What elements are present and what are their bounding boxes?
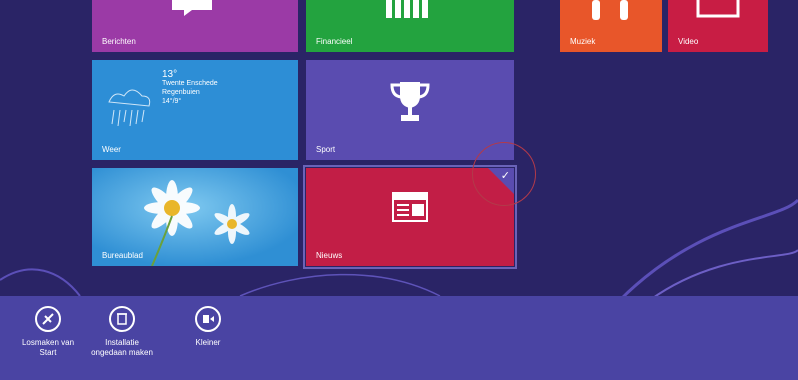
tile-label: Weer <box>102 145 121 154</box>
tile-bureaublad[interactable]: Bureaublad <box>92 168 298 266</box>
tile-label: Muziek <box>570 37 596 46</box>
resize-smaller-icon <box>195 306 221 332</box>
tile-label: Berichten <box>102 37 136 46</box>
tile-label: Video <box>678 37 699 46</box>
tile-label: Nieuws <box>316 251 343 260</box>
app-bar: Losmaken van Start Installatie ongedaan … <box>0 296 798 380</box>
tile-video[interactable]: Video <box>668 0 768 52</box>
tile-financieel[interactable]: Financieel <box>306 0 514 52</box>
trash-icon <box>109 306 135 332</box>
uninstall-label: Installatie ongedaan maken <box>91 338 153 357</box>
highlight-circle <box>472 142 536 206</box>
chat-icon <box>172 0 212 16</box>
unpin-label: Losmaken van Start <box>21 338 75 357</box>
newspaper-icon <box>392 192 428 222</box>
weather-temp: 13° <box>162 69 178 80</box>
uninstall-button[interactable]: Installatie ongedaan maken <box>82 306 162 358</box>
weather-info: 13° Twente Enschede Regenbuien 14°/9° <box>162 70 218 106</box>
tile-muziek[interactable]: Muziek <box>560 0 662 52</box>
video-icon <box>696 0 740 18</box>
tile-label: Financieel <box>316 37 353 46</box>
tile-label: Bureaublad <box>102 251 143 260</box>
chart-icon <box>386 0 428 18</box>
tile-label: Sport <box>316 145 336 154</box>
smaller-label: Kleiner <box>195 338 221 347</box>
headphones-icon <box>592 0 628 20</box>
weather-range: 14°/9° <box>162 98 182 105</box>
weather-location: Twente Enschede <box>162 80 218 87</box>
tile-berichten[interactable]: Berichten <box>92 0 298 52</box>
tile-weer[interactable]: 13° Twente Enschede Regenbuien 14°/9° We… <box>92 60 298 160</box>
rain-icon <box>108 89 151 127</box>
tile-sport[interactable]: Sport <box>306 60 514 160</box>
weather-condition: Regenbuien <box>162 89 200 96</box>
unpin-button[interactable]: Losmaken van Start <box>8 306 88 358</box>
unpin-icon <box>35 306 61 332</box>
smaller-button[interactable]: Kleiner <box>168 306 248 348</box>
trophy-icon <box>390 82 430 121</box>
